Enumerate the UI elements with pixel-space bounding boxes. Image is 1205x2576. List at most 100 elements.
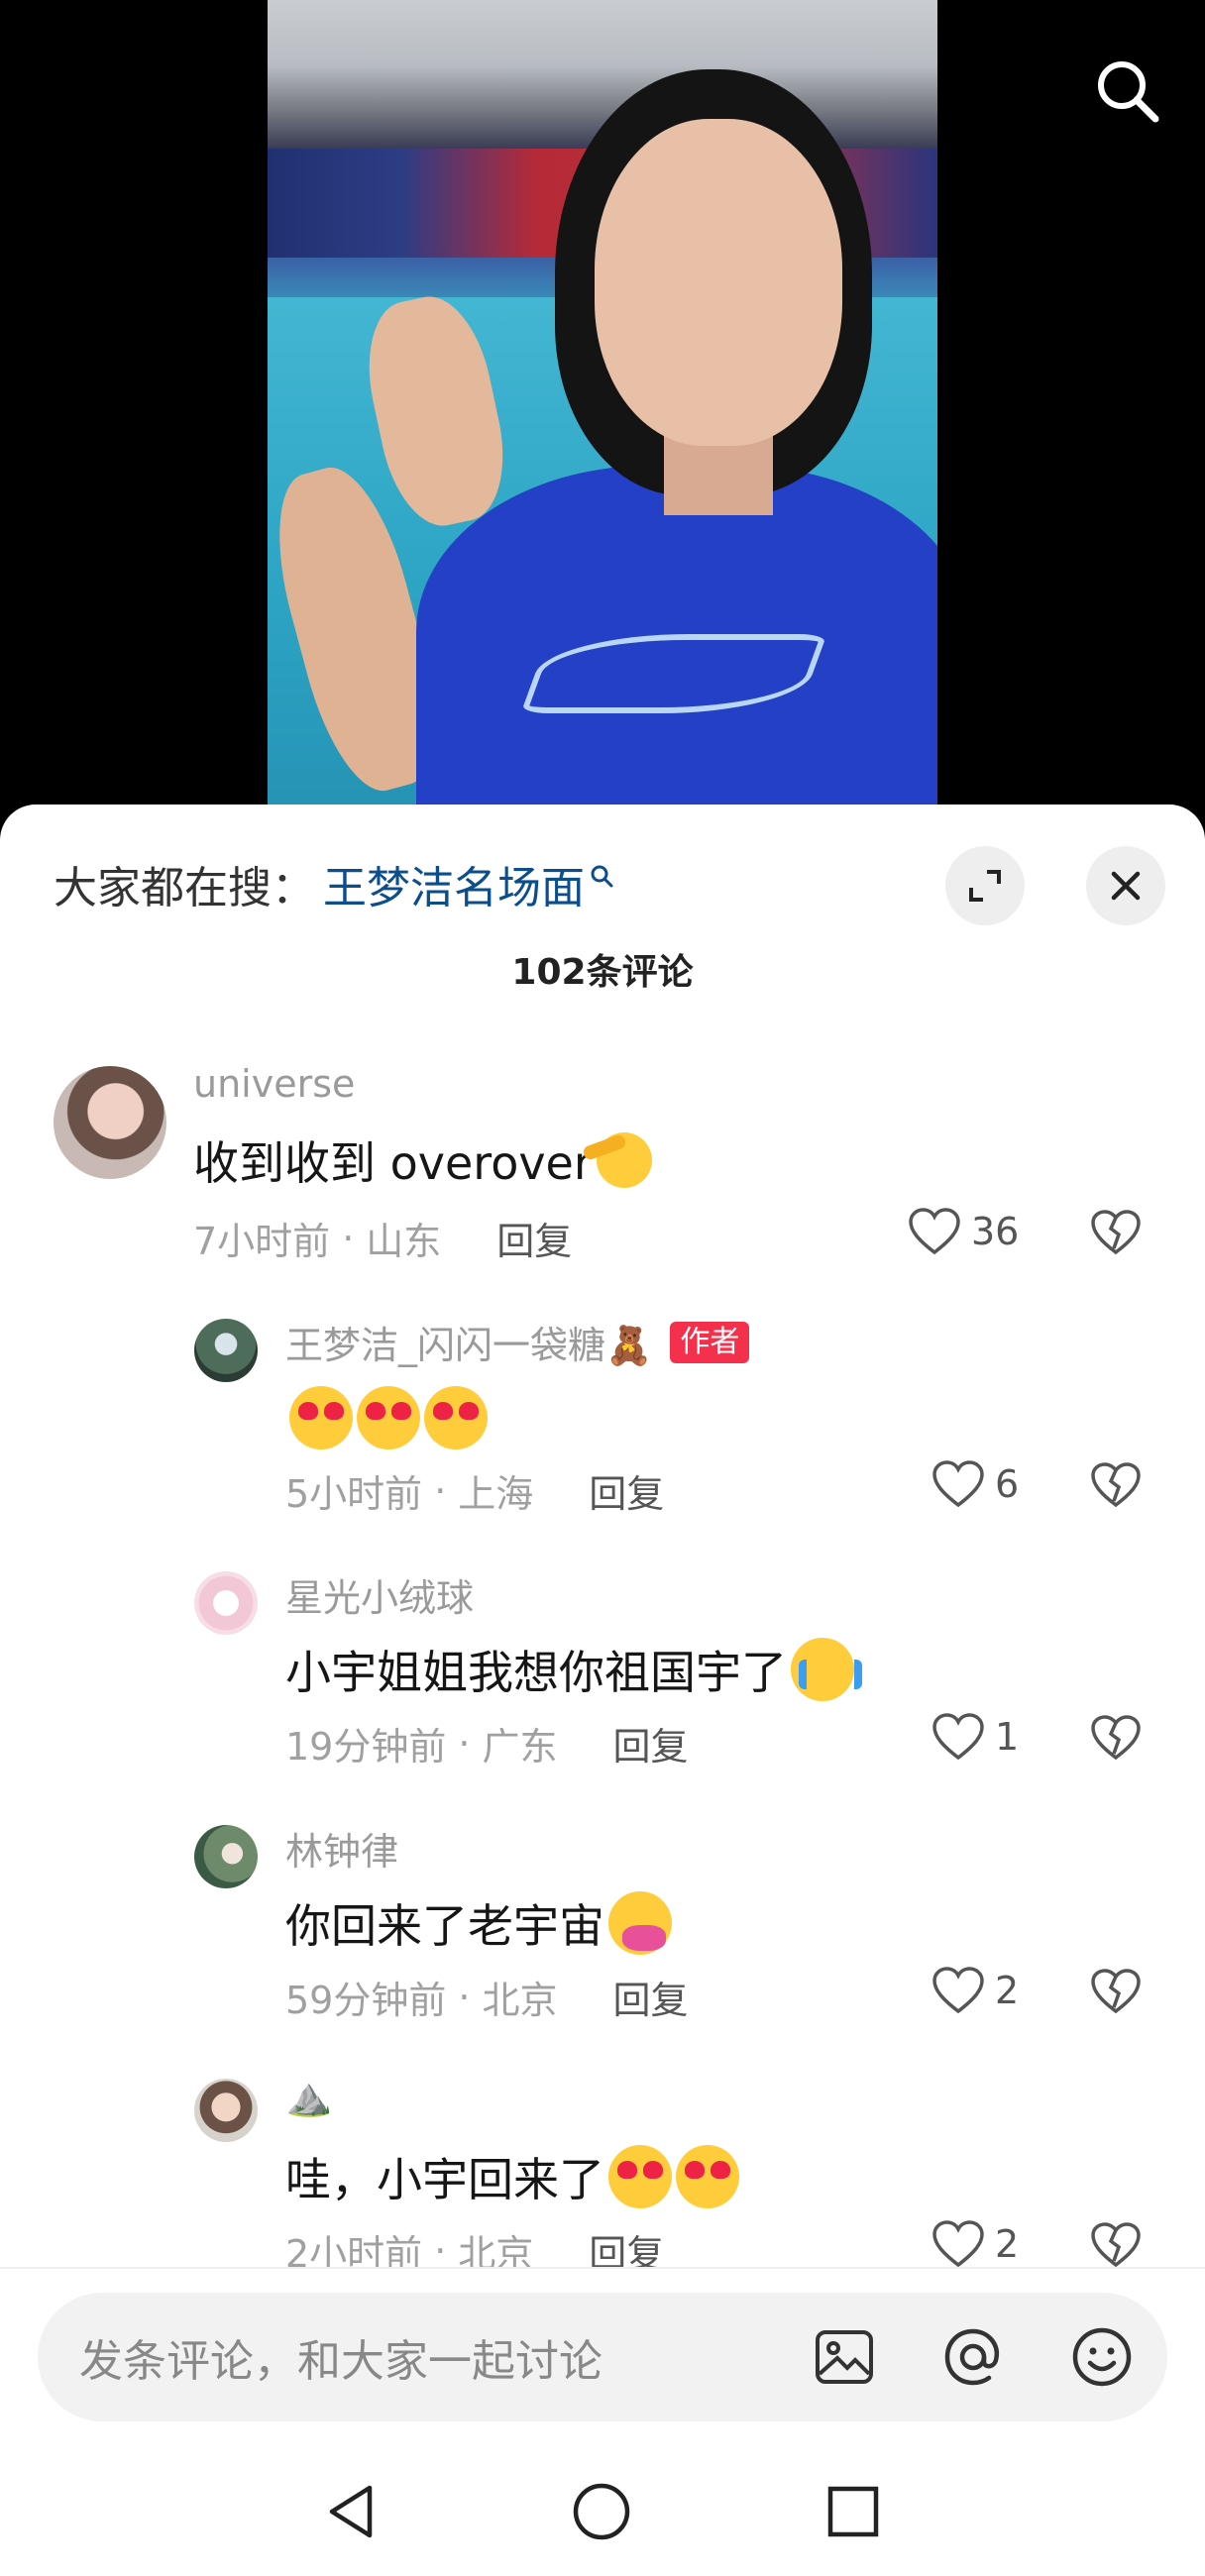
heart-icon bbox=[909, 1208, 960, 1255]
expand-button[interactable] bbox=[945, 846, 1025, 925]
like-button[interactable]: 2 bbox=[931, 2219, 1019, 2269]
avatar[interactable] bbox=[54, 1066, 166, 1179]
avatar[interactable] bbox=[194, 1571, 258, 1635]
star-struck-emoji bbox=[676, 2145, 739, 2208]
comment-username[interactable]: universe bbox=[193, 1062, 355, 1106]
recents-icon bbox=[827, 2486, 879, 2537]
comment-username[interactable]: ⛰️ bbox=[285, 2075, 332, 2119]
nav-home-button[interactable] bbox=[567, 2477, 636, 2546]
comment-time: 19分钟前 bbox=[285, 1725, 447, 1769]
reply-button[interactable]: 回复 bbox=[612, 1716, 688, 1771]
comment-location: 北京 bbox=[482, 1979, 558, 2022]
comment-time: 5小时前 bbox=[285, 1472, 423, 1516]
dislike-button[interactable] bbox=[1090, 1461, 1142, 1513]
like-button[interactable]: 36 bbox=[908, 1207, 1019, 1256]
image-button[interactable] bbox=[813, 2325, 876, 2389]
meta-separator: · bbox=[458, 1975, 471, 2019]
dislike-icon bbox=[1091, 1715, 1141, 1761]
video-person-face bbox=[595, 119, 842, 446]
like-count: 1 bbox=[995, 1715, 1020, 1759]
meta-separator: · bbox=[434, 1468, 447, 1513]
heart-icon bbox=[932, 1967, 984, 2014]
like-count: 6 bbox=[995, 1462, 1020, 1506]
image-icon bbox=[816, 2330, 873, 2384]
comment-text-row: 哇，小宇回来了 bbox=[285, 2144, 739, 2209]
comment-text-row: 收到收到 overover bbox=[193, 1127, 652, 1193]
comment-username[interactable]: 星光小绒球 bbox=[285, 1567, 474, 1622]
comment-location: 山东 bbox=[366, 1220, 442, 1263]
star-struck-emoji bbox=[608, 2145, 672, 2208]
comment-time: 7小时前 bbox=[193, 1220, 331, 1263]
hot-search-term[interactable]: 王梦洁名场面 bbox=[323, 852, 585, 915]
comment-text: 收到收到 overover bbox=[193, 1136, 593, 1190]
like-count: 2 bbox=[995, 2222, 1020, 2266]
emoji-icon bbox=[1072, 2327, 1132, 2387]
hot-search-suggestion[interactable]: 大家都在搜： 王梦洁名场面 bbox=[54, 844, 614, 923]
dislike-icon bbox=[1091, 1969, 1141, 2014]
nav-recents-button[interactable] bbox=[819, 2477, 888, 2546]
crying-emoji bbox=[791, 1638, 862, 1701]
comment-location: 上海 bbox=[458, 1472, 534, 1516]
like-button[interactable]: 1 bbox=[931, 1712, 1019, 1762]
reply-button[interactable]: 回复 bbox=[496, 1211, 572, 1265]
emoji-button[interactable] bbox=[1070, 2325, 1134, 2389]
comment-text: 哇，小宇回来了 bbox=[285, 2153, 604, 2206]
close-button[interactable] bbox=[1086, 846, 1165, 925]
heart-eyes-emoji bbox=[424, 1386, 488, 1449]
avatar[interactable] bbox=[194, 2079, 258, 2142]
dislike-icon bbox=[1091, 2222, 1141, 2268]
avatar[interactable] bbox=[194, 1825, 258, 1888]
comment-meta: 19分钟前 · 广东 回复 bbox=[285, 1716, 688, 1771]
comment-emoji-row bbox=[285, 1386, 488, 1449]
like-button[interactable]: 2 bbox=[931, 1966, 1019, 2015]
comment-username[interactable]: 林钟律 bbox=[285, 1821, 398, 1876]
comment-count-title: 102条评论 bbox=[511, 952, 694, 993]
dislike-icon bbox=[1091, 1210, 1141, 1255]
video-player[interactable] bbox=[0, 0, 1205, 822]
nav-back-button[interactable] bbox=[317, 2477, 386, 2546]
dislike-button[interactable] bbox=[1090, 1968, 1142, 2019]
comment-text: 你回来了老宇宙 bbox=[285, 1899, 604, 1953]
comment-time: 59分钟前 bbox=[285, 1979, 447, 2022]
back-icon bbox=[329, 2485, 373, 2538]
dislike-button[interactable] bbox=[1090, 1209, 1142, 1260]
like-button[interactable]: 6 bbox=[931, 1459, 1019, 1509]
heart-eyes-emoji bbox=[289, 1386, 353, 1449]
dislike-button[interactable] bbox=[1090, 1714, 1142, 1766]
dislike-icon bbox=[1091, 1462, 1141, 1508]
expand-icon bbox=[969, 870, 1001, 902]
home-icon bbox=[573, 2483, 630, 2540]
comment-text: 小宇姐姐我想你祖国宇了 bbox=[285, 1646, 787, 1699]
search-icon bbox=[1098, 61, 1159, 123]
heart-icon bbox=[932, 1713, 984, 1761]
comment-input[interactable]: 发条评论，和大家一起讨论 bbox=[79, 2293, 602, 2421]
screen: { "hot_search": { "prefix": "大家都在搜：", "t… bbox=[0, 0, 1205, 2576]
heart-icon bbox=[932, 2220, 984, 2268]
bottom-divider bbox=[0, 2267, 1205, 2269]
heart-eyes-emoji bbox=[357, 1386, 420, 1449]
meta-separator: · bbox=[458, 1721, 471, 1766]
reply-button[interactable]: 回复 bbox=[589, 1463, 664, 1518]
hot-search-prefix: 大家都在搜： bbox=[54, 863, 315, 913]
video-frame[interactable] bbox=[268, 0, 937, 822]
mention-button[interactable] bbox=[941, 2325, 1005, 2389]
meta-separator: · bbox=[434, 2228, 447, 2273]
hugging-emoji bbox=[608, 1891, 672, 1955]
close-icon bbox=[1111, 871, 1141, 901]
like-count: 2 bbox=[995, 1969, 1020, 2012]
salute-emoji bbox=[596, 1132, 652, 1188]
comment-text-row: 你回来了老宇宙 bbox=[285, 1890, 672, 1956]
top-search-button[interactable] bbox=[1088, 52, 1167, 131]
comment-input-bar[interactable]: 发条评论，和大家一起讨论 bbox=[38, 2293, 1167, 2421]
like-count: 36 bbox=[971, 1210, 1020, 1253]
comment-username[interactable]: 王梦洁_闪闪一袋糖🧸 bbox=[285, 1315, 652, 1369]
comment-location: 广东 bbox=[482, 1725, 558, 1769]
reply-button[interactable]: 回复 bbox=[612, 1970, 688, 2024]
comment-meta: 59分钟前 · 北京 回复 bbox=[285, 1970, 688, 2024]
dislike-button[interactable] bbox=[1090, 2221, 1142, 2273]
comment-username-row: 王梦洁_闪闪一袋糖🧸 作者 bbox=[285, 1315, 750, 1369]
heart-icon bbox=[932, 1460, 984, 1508]
avatar[interactable] bbox=[194, 1319, 258, 1382]
comment-meta: 7小时前 · 山东 回复 bbox=[193, 1211, 572, 1265]
at-icon bbox=[944, 2328, 1000, 2386]
